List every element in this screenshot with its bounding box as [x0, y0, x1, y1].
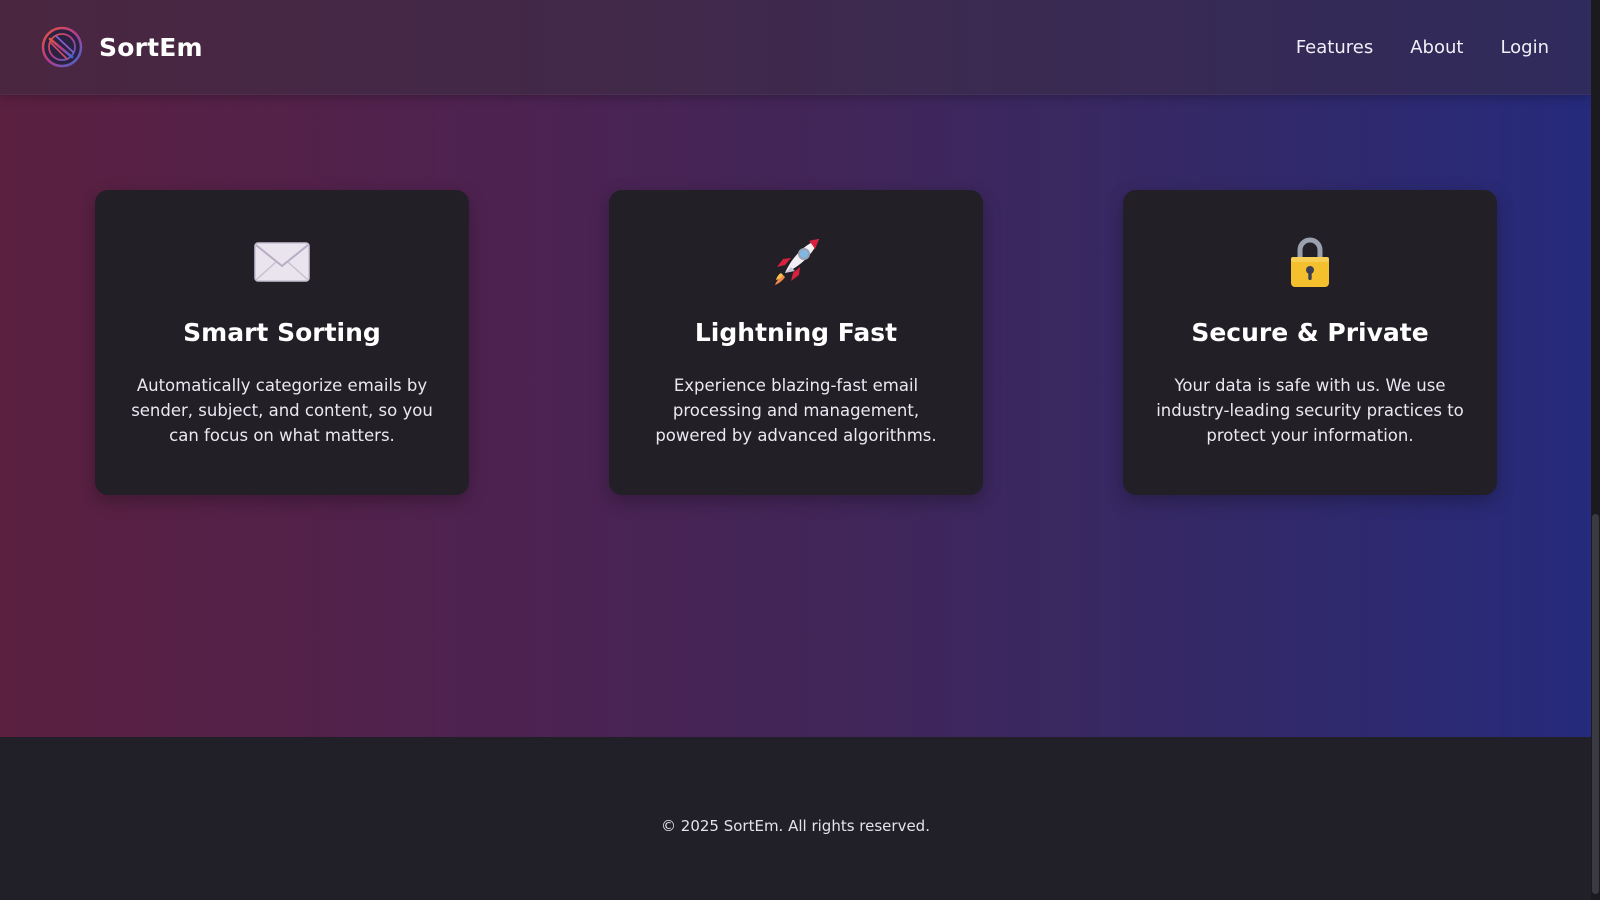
feature-description: Experience blazing-fast email processing… — [655, 376, 937, 445]
feature-card-secure-private: Secure & Private Your data is safe with … — [1123, 190, 1497, 495]
feature-cards: Smart Sorting Automatically categorize e… — [95, 190, 1497, 495]
envelope-icon — [252, 234, 312, 290]
site-header: SortEm Features About Login — [0, 0, 1591, 95]
features-section: Smart Sorting Automatically categorize e… — [0, 95, 1591, 737]
feature-card-smart-sorting: Smart Sorting Automatically categorize e… — [95, 190, 469, 495]
feature-title: Lightning Fast — [694, 318, 898, 347]
feature-description: Your data is safe with us. We use indust… — [1156, 376, 1464, 445]
viewport: SortEm Features About Login Smart Sortin… — [0, 0, 1591, 900]
feature-title: Secure & Private — [1191, 318, 1429, 347]
nav-link-features[interactable]: Features — [1296, 37, 1373, 58]
nav-link-about[interactable]: About — [1410, 37, 1463, 58]
page-scrollbar[interactable] — [1591, 0, 1600, 900]
copyright-text: © 2025 SortEm. All rights reserved. — [661, 817, 930, 835]
nav-link-login[interactable]: Login — [1500, 37, 1549, 58]
brand[interactable]: SortEm — [41, 26, 203, 68]
lock-icon — [1280, 234, 1340, 290]
rocket-icon — [766, 234, 826, 290]
main-nav: Features About Login — [1296, 37, 1549, 58]
site-footer: © 2025 SortEm. All rights reserved. — [0, 737, 1591, 900]
brand-name: SortEm — [99, 32, 203, 62]
scrollbar-thumb[interactable] — [1592, 514, 1599, 894]
feature-description: Automatically categorize emails by sende… — [131, 376, 433, 445]
page: SortEm Features About Login Smart Sortin… — [0, 0, 1600, 900]
feature-title: Smart Sorting — [183, 318, 381, 347]
feature-card-lightning-fast: Lightning Fast Experience blazing-fast e… — [609, 190, 983, 495]
sortem-logo-icon — [41, 26, 83, 68]
